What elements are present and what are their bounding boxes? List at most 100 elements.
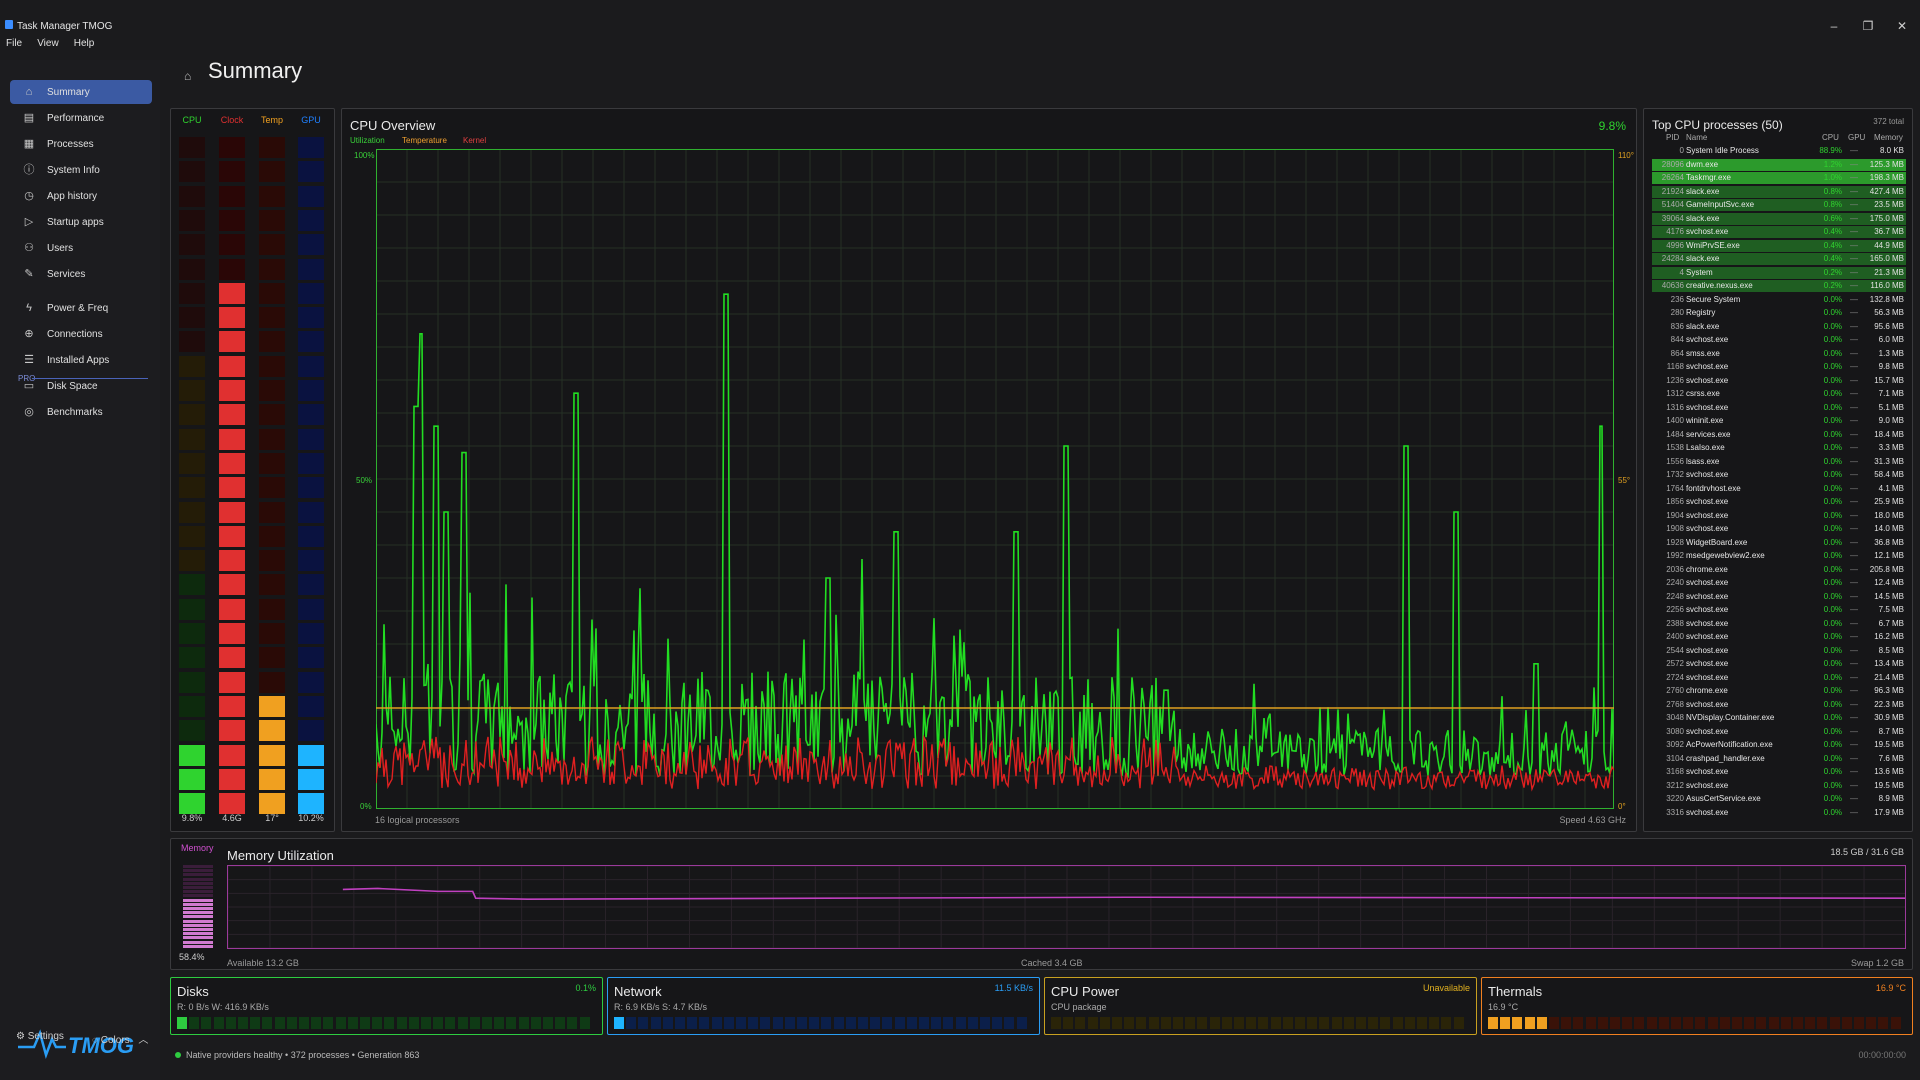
sidebar-item-system-info[interactable]: ⓘ System Info — [10, 158, 152, 182]
tile-segment — [1282, 1017, 1293, 1029]
col-gpu[interactable]: GPU — [1848, 133, 1865, 142]
process-row[interactable]: 39064 slack.exe 0.6% —175.0 MB — [1652, 212, 1906, 225]
process-row[interactable]: 3168 svchost.exe 0.0% —13.6 MB — [1652, 766, 1906, 778]
process-row[interactable]: 2036 chrome.exe 0.0% —205.8 MB — [1652, 564, 1906, 576]
sidebar-item-installed-apps[interactable]: ☰ Installed Apps — [10, 348, 152, 372]
process-row[interactable]: 1168 svchost.exe 0.0% —9.8 MB — [1652, 361, 1906, 373]
menu-file[interactable]: File — [6, 38, 22, 49]
process-pid: 3048 — [1666, 713, 1684, 722]
meter-cell — [298, 720, 324, 742]
process-pid: 1400 — [1666, 416, 1684, 425]
tile-segment — [1380, 1017, 1391, 1029]
process-row[interactable]: 24284 slack.exe 0.4% —165.0 MB — [1652, 253, 1906, 265]
process-row[interactable]: 1400 wininit.exe 0.0% —9.0 MB — [1652, 415, 1906, 427]
disks-tile[interactable]: Disks 0.1% R: 0 B/s W: 416.9 KB/s — [170, 977, 603, 1035]
sidebar-item-connections[interactable]: ⊕ Connections — [10, 322, 152, 346]
process-row[interactable]: 1764 fontdrvhost.exe 0.0% —4.1 MB — [1652, 483, 1906, 495]
sidebar-item-processes[interactable]: ▦ Processes — [10, 132, 152, 156]
close-button[interactable]: ✕ — [1891, 18, 1913, 34]
minimize-button[interactable]: – — [1823, 18, 1845, 34]
process-row[interactable]: 40636 creative.nexus.exe 0.2% —116.0 MB — [1652, 280, 1906, 292]
col-cpu[interactable]: CPU — [1822, 133, 1839, 142]
process-row[interactable]: 3048 NVDisplay.Container.exe 0.0% —30.9 MB — [1652, 712, 1906, 724]
process-row[interactable]: 3080 svchost.exe 0.0% —8.7 MB — [1652, 726, 1906, 738]
sidebar-item-app-history[interactable]: ◷ App history — [10, 184, 152, 208]
sidebar-item-startup-apps[interactable]: ▷ Startup apps — [10, 210, 152, 234]
process-row[interactable]: 2388 svchost.exe 0.0% —6.7 MB — [1652, 618, 1906, 630]
process-row[interactable]: 1538 LsaIso.exe 0.0% —3.3 MB — [1652, 442, 1906, 454]
menu-view[interactable]: View — [37, 38, 59, 49]
meter-cell — [298, 185, 324, 207]
process-row[interactable]: 1312 csrss.exe 0.0% —7.1 MB — [1652, 388, 1906, 400]
col-memory[interactable]: Memory — [1874, 133, 1903, 142]
process-row[interactable]: 1904 svchost.exe 0.0% —18.0 MB — [1652, 510, 1906, 522]
meter-cell — [298, 452, 324, 474]
process-row[interactable]: 3212 svchost.exe 0.0% —19.5 MB — [1652, 780, 1906, 792]
process-row[interactable]: 2572 svchost.exe 0.0% —13.4 MB — [1652, 658, 1906, 670]
process-row[interactable]: 844 svchost.exe 0.0% —6.0 MB — [1652, 334, 1906, 346]
process-row[interactable]: 1992 msedgewebview2.exe 0.0% —12.1 MB — [1652, 550, 1906, 562]
process-row[interactable]: 836 slack.exe 0.0% —95.6 MB — [1652, 321, 1906, 333]
process-row[interactable]: 280 Registry 0.0% —56.3 MB — [1652, 307, 1906, 319]
settings-button[interactable]: ⚙ Settings — [16, 1031, 64, 1042]
process-row[interactable]: 2400 svchost.exe 0.0% —16.2 MB — [1652, 631, 1906, 643]
process-name: svchost.exe — [1686, 362, 1729, 371]
process-row[interactable]: 3104 crashpad_handler.exe 0.0% —7.6 MB — [1652, 753, 1906, 765]
sidebar-item-power-freq[interactable]: ϟ Power & Freq — [10, 296, 152, 320]
col-name[interactable]: Name — [1686, 133, 1707, 142]
process-row[interactable]: 4176 svchost.exe 0.4% —36.7 MB — [1652, 226, 1906, 238]
sidebar-item-users[interactable]: ⚇ Users — [10, 236, 152, 260]
process-row[interactable]: 1732 svchost.exe 0.0% —58.4 MB — [1652, 469, 1906, 481]
colors-button[interactable]: ◌ Colors ︿ — [92, 1031, 148, 1046]
process-row[interactable]: 3316 svchost.exe 0.0% —17.9 MB — [1652, 807, 1906, 819]
process-name: dwm.exe — [1686, 159, 1719, 169]
col-pid[interactable]: PID — [1666, 133, 1679, 142]
process-row[interactable]: 51404 GameInputSvc.exe 0.8% —23.5 MB — [1652, 199, 1906, 211]
process-row[interactable]: 1856 svchost.exe 0.0% —25.9 MB — [1652, 496, 1906, 508]
process-cpu: 0.0% — [1823, 362, 1842, 371]
process-row[interactable]: 2240 svchost.exe 0.0% —12.4 MB — [1652, 577, 1906, 589]
process-row[interactable]: 2724 svchost.exe 0.0% —21.4 MB — [1652, 672, 1906, 684]
process-row[interactable]: 4996 WmiPrvSE.exe 0.4% —44.9 MB — [1652, 239, 1906, 252]
process-row[interactable]: 0 System Idle Process 88.9% —8.0 KB — [1652, 145, 1906, 157]
cpu-power-tile[interactable]: CPU Power Unavailable CPU package — [1044, 977, 1477, 1035]
process-row[interactable]: 1316 svchost.exe 0.0% —5.1 MB — [1652, 402, 1906, 414]
sidebar-item-performance[interactable]: ▤ Performance — [10, 106, 152, 130]
process-name: svchost.exe — [1686, 375, 1729, 385]
process-row[interactable]: 1236 svchost.exe 0.0% —15.7 MB — [1652, 375, 1906, 387]
process-row[interactable]: 2544 svchost.exe 0.0% —8.5 MB — [1652, 645, 1906, 657]
process-memory: 18.4 MB — [1874, 429, 1904, 439]
menu-help[interactable]: Help — [74, 38, 95, 49]
sidebar-item-summary[interactable]: ⌂ Summary — [10, 80, 152, 104]
meter-cell — [259, 137, 285, 158]
process-name: svchost.exe — [1686, 497, 1729, 506]
process-row[interactable]: 3220 AsusCertService.exe 0.0% —8.9 MB — [1652, 793, 1906, 805]
process-row[interactable]: 1908 svchost.exe 0.0% —14.0 MB — [1652, 523, 1906, 535]
process-row[interactable]: 2760 chrome.exe 0.0% —96.3 MB — [1652, 685, 1906, 697]
process-row[interactable]: 3092 AcPowerNotification.exe 0.0% —19.5 MB — [1652, 739, 1906, 751]
memory-bar-cell — [183, 919, 213, 923]
process-row[interactable]: 2256 svchost.exe 0.0% —7.5 MB — [1652, 604, 1906, 616]
restore-button[interactable]: ❐ — [1857, 18, 1879, 34]
process-row[interactable]: 28096 dwm.exe 1.2% —125.3 MB — [1652, 158, 1906, 171]
process-row[interactable]: 2248 svchost.exe 0.0% —14.5 MB — [1652, 591, 1906, 603]
process-row[interactable]: 26264 Taskmgr.exe 1.0% —198.3 MB — [1652, 172, 1906, 184]
thermals-tile[interactable]: Thermals 16.9 °C 16.9 °C — [1481, 977, 1913, 1035]
sidebar-item-benchmarks[interactable]: ◎ Benchmarks — [10, 400, 152, 424]
process-row[interactable]: 21924 slack.exe 0.8% —427.4 MB — [1652, 185, 1906, 198]
process-row[interactable]: 2768 svchost.exe 0.0% —22.3 MB — [1652, 699, 1906, 711]
process-row[interactable]: 236 Secure System 0.0% —132.8 MB — [1652, 294, 1906, 306]
network-tile[interactable]: Network 11.5 KB/s R: 6.9 KB/s S: 4.7 KB/… — [607, 977, 1040, 1035]
process-row[interactable]: 1928 WidgetBoard.exe 0.0% —36.8 MB — [1652, 537, 1906, 549]
meter-cell — [298, 307, 324, 329]
process-pid: 2400 — [1666, 632, 1684, 641]
sidebar-item-services[interactable]: ✎ Services — [10, 262, 152, 286]
tile-segment — [213, 1017, 224, 1029]
meter-cell — [179, 331, 205, 353]
meter-cell — [179, 428, 205, 450]
process-row[interactable]: 1556 lsass.exe 0.0% —31.3 MB — [1652, 456, 1906, 468]
process-row[interactable]: 864 smss.exe 0.0% —1.3 MB — [1652, 348, 1906, 360]
temp-meter — [259, 137, 285, 817]
process-row[interactable]: 1484 services.exe 0.0% —18.4 MB — [1652, 429, 1906, 441]
process-row[interactable]: 4 System 0.2% —21.3 MB — [1652, 266, 1906, 279]
